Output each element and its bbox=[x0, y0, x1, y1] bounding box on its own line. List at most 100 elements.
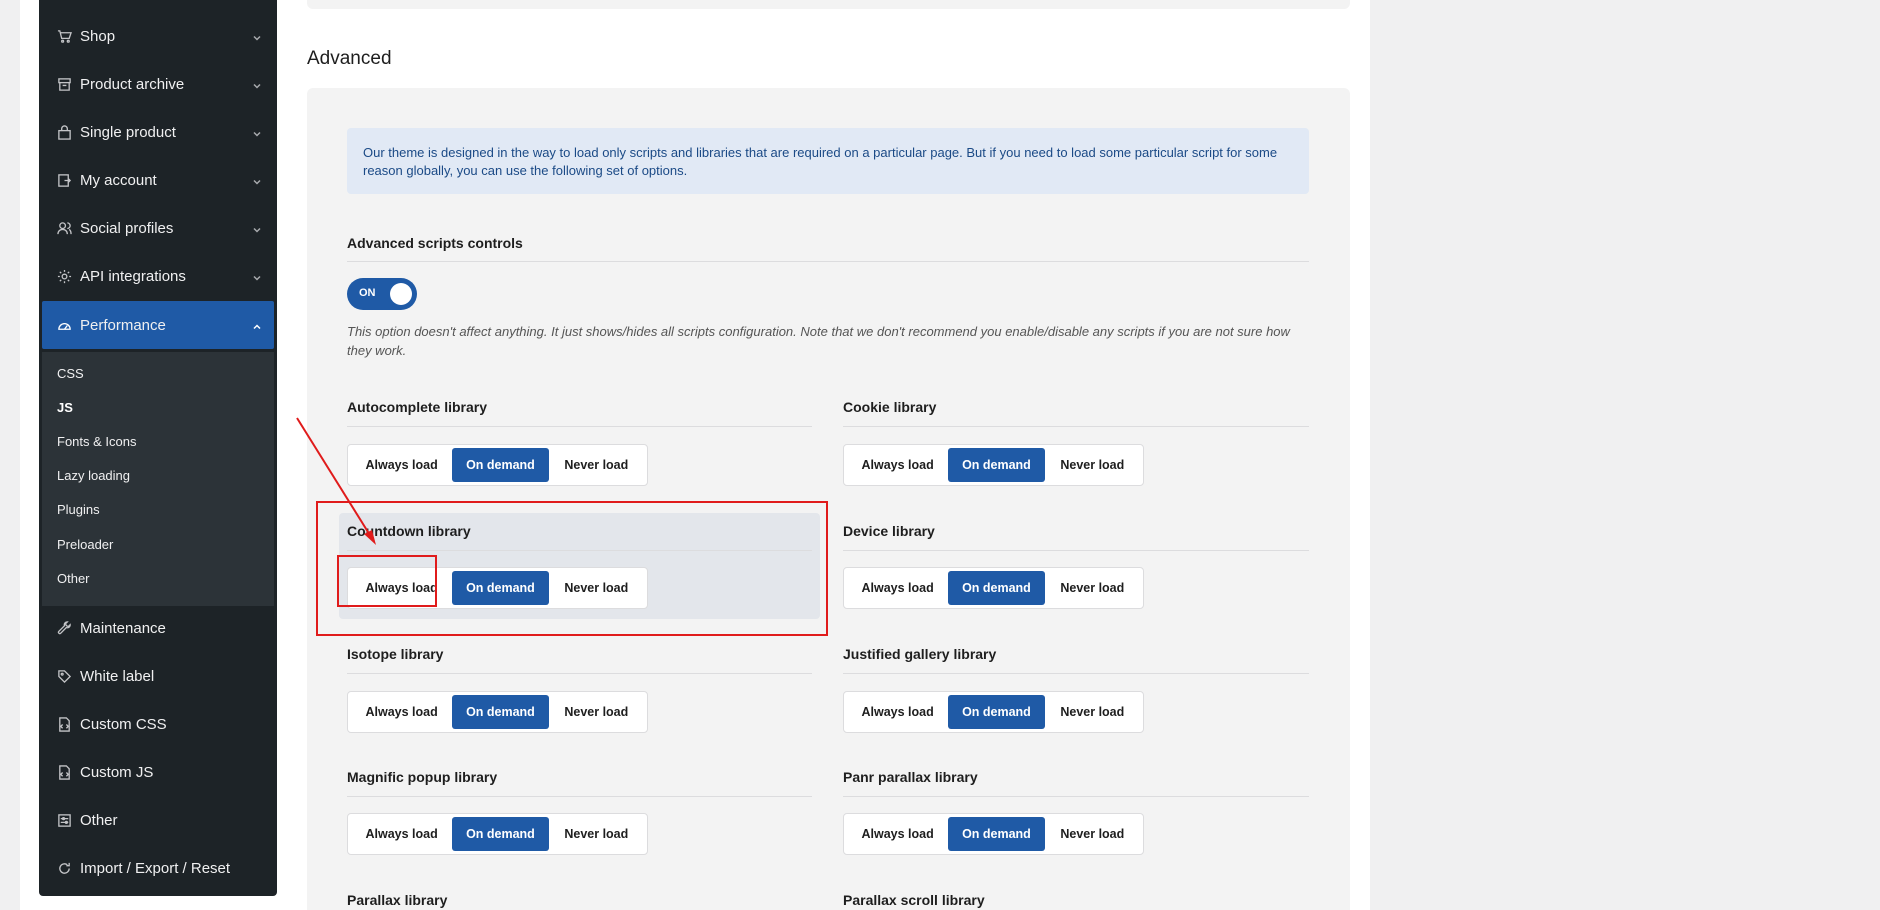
divider bbox=[347, 673, 812, 674]
on-demand-button[interactable]: On demand bbox=[452, 448, 549, 482]
sidebar-item-label: Social profiles bbox=[80, 219, 174, 237]
users-icon bbox=[56, 220, 72, 236]
library-title: Cookie library bbox=[843, 399, 937, 415]
advanced-controls-title: Advanced scripts controls bbox=[347, 235, 523, 251]
account-icon bbox=[56, 172, 72, 188]
refresh-icon bbox=[56, 860, 72, 876]
archive-icon bbox=[56, 76, 72, 92]
submenu-item-other[interactable]: Other bbox=[57, 571, 90, 586]
sidebar-item-white-label[interactable]: White label bbox=[42, 652, 274, 700]
chevron-down-icon bbox=[252, 222, 262, 233]
sidebar-item-api-integrations[interactable]: API integrations bbox=[42, 252, 274, 300]
gear-icon bbox=[56, 268, 72, 284]
always-load-button[interactable]: Always load bbox=[351, 695, 452, 729]
device-load-selector: Always load On demand Never load bbox=[843, 567, 1144, 609]
sidebar-item-label: Performance bbox=[80, 316, 166, 334]
sidebar-item-product-archive[interactable]: Product archive bbox=[42, 60, 274, 108]
never-load-button[interactable]: Never load bbox=[1045, 571, 1140, 605]
never-load-button[interactable]: Never load bbox=[1045, 448, 1140, 482]
divider bbox=[843, 550, 1309, 551]
submenu-item-lazy-loading[interactable]: Lazy loading bbox=[57, 468, 130, 483]
sidebar-item-label: Shop bbox=[80, 27, 116, 45]
annotation-target-box bbox=[337, 555, 437, 607]
toggle-state-label: ON bbox=[359, 287, 376, 299]
never-load-button[interactable]: Never load bbox=[1045, 695, 1140, 729]
divider bbox=[843, 673, 1309, 674]
cookie-load-selector: Always load On demand Never load bbox=[843, 444, 1144, 486]
library-title: Device library bbox=[843, 523, 935, 539]
sidebar-item-social-profiles[interactable]: Social profiles bbox=[42, 204, 274, 252]
library-title: Magnific popup library bbox=[347, 769, 498, 785]
sidebar-item-other[interactable]: Other bbox=[42, 796, 274, 844]
never-load-button[interactable]: Never load bbox=[549, 695, 644, 729]
submenu-item-js[interactable]: JS bbox=[57, 400, 73, 415]
never-load-button[interactable]: Never load bbox=[549, 817, 644, 851]
on-demand-button[interactable]: On demand bbox=[452, 817, 549, 851]
chevron-up-icon bbox=[252, 319, 262, 330]
performance-submenu: CSS JS Fonts & Icons Lazy loading Plugin… bbox=[42, 352, 274, 606]
sliders-icon bbox=[56, 812, 72, 828]
sidebar-item-performance[interactable]: Performance bbox=[42, 301, 274, 349]
submenu-item-css[interactable]: CSS bbox=[57, 366, 84, 381]
never-load-button[interactable]: Never load bbox=[549, 448, 644, 482]
advanced-controls-hint: This option doesn't affect anything. It … bbox=[347, 324, 1290, 358]
always-load-button[interactable]: Always load bbox=[847, 817, 948, 851]
sidebar-item-single-product[interactable]: Single product bbox=[42, 108, 274, 156]
on-demand-button[interactable]: On demand bbox=[948, 448, 1045, 482]
panr-parallax-load-selector: Always load On demand Never load bbox=[843, 813, 1144, 855]
library-title: Panr parallax library bbox=[843, 769, 978, 785]
submenu-item-fonts-icons[interactable]: Fonts & Icons bbox=[57, 434, 136, 449]
chevron-down-icon bbox=[252, 270, 262, 281]
on-demand-button[interactable]: On demand bbox=[948, 817, 1045, 851]
advanced-controls-toggle[interactable]: ON bbox=[347, 278, 417, 310]
sidebar-item-shop[interactable]: Shop bbox=[42, 12, 274, 60]
sidebar-item-label: My account bbox=[80, 171, 157, 189]
sidebar-item-maintenance[interactable]: Maintenance bbox=[42, 604, 274, 652]
cart-icon bbox=[56, 28, 72, 44]
divider bbox=[843, 426, 1309, 427]
left-gutter bbox=[0, 0, 20, 910]
submenu-item-preloader[interactable]: Preloader bbox=[57, 537, 113, 552]
advanced-panel: Our theme is designed in the way to load… bbox=[307, 88, 1350, 910]
chevron-down-icon bbox=[252, 78, 262, 89]
on-demand-button[interactable]: On demand bbox=[452, 695, 549, 729]
on-demand-button[interactable]: On demand bbox=[948, 695, 1045, 729]
sidebar-item-custom-css[interactable]: Custom CSS bbox=[42, 700, 274, 748]
always-load-button[interactable]: Always load bbox=[847, 448, 948, 482]
submenu-item-plugins[interactable]: Plugins bbox=[57, 502, 100, 517]
settings-sidebar: Shop Product archive Single product My a… bbox=[39, 0, 277, 896]
justified-gallery-load-selector: Always load On demand Never load bbox=[843, 691, 1144, 733]
sidebar-item-label: Single product bbox=[80, 123, 176, 141]
main-content: Advanced Our theme is designed in the wa… bbox=[307, 0, 1350, 910]
isotope-load-selector: Always load On demand Never load bbox=[347, 691, 648, 733]
never-load-button[interactable]: Never load bbox=[1045, 817, 1140, 851]
always-load-button[interactable]: Always load bbox=[847, 571, 948, 605]
previous-section-card bbox=[307, 0, 1350, 9]
info-notice: Our theme is designed in the way to load… bbox=[347, 128, 1309, 194]
right-empty-area bbox=[1370, 0, 1880, 910]
on-demand-button[interactable]: On demand bbox=[948, 571, 1045, 605]
chevron-down-icon bbox=[252, 30, 262, 41]
bag-icon bbox=[56, 124, 72, 140]
section-title: Advanced bbox=[307, 48, 392, 69]
sidebar-item-import-export-reset[interactable]: Import / Export / Reset bbox=[42, 844, 274, 892]
code-file-icon bbox=[56, 764, 72, 780]
always-load-button[interactable]: Always load bbox=[351, 817, 452, 851]
gauge-icon bbox=[56, 317, 72, 333]
divider bbox=[347, 261, 1309, 262]
sidebar-item-label: Custom CSS bbox=[80, 715, 167, 733]
sidebar-item-label: Maintenance bbox=[80, 619, 166, 637]
library-title: Isotope library bbox=[347, 646, 444, 662]
divider bbox=[843, 796, 1309, 797]
magnific-popup-load-selector: Always load On demand Never load bbox=[347, 813, 648, 855]
autocomplete-load-selector: Always load On demand Never load bbox=[347, 444, 648, 486]
chevron-down-icon bbox=[252, 174, 262, 185]
sidebar-item-label: API integrations bbox=[80, 267, 186, 285]
sidebar-item-my-account[interactable]: My account bbox=[42, 156, 274, 204]
sidebar-item-label: Product archive bbox=[80, 75, 185, 93]
always-load-button[interactable]: Always load bbox=[847, 695, 948, 729]
sidebar-item-label: Other bbox=[80, 811, 118, 829]
divider bbox=[347, 796, 812, 797]
sidebar-item-custom-js[interactable]: Custom JS bbox=[42, 748, 274, 796]
library-title: Justified gallery library bbox=[843, 646, 997, 662]
